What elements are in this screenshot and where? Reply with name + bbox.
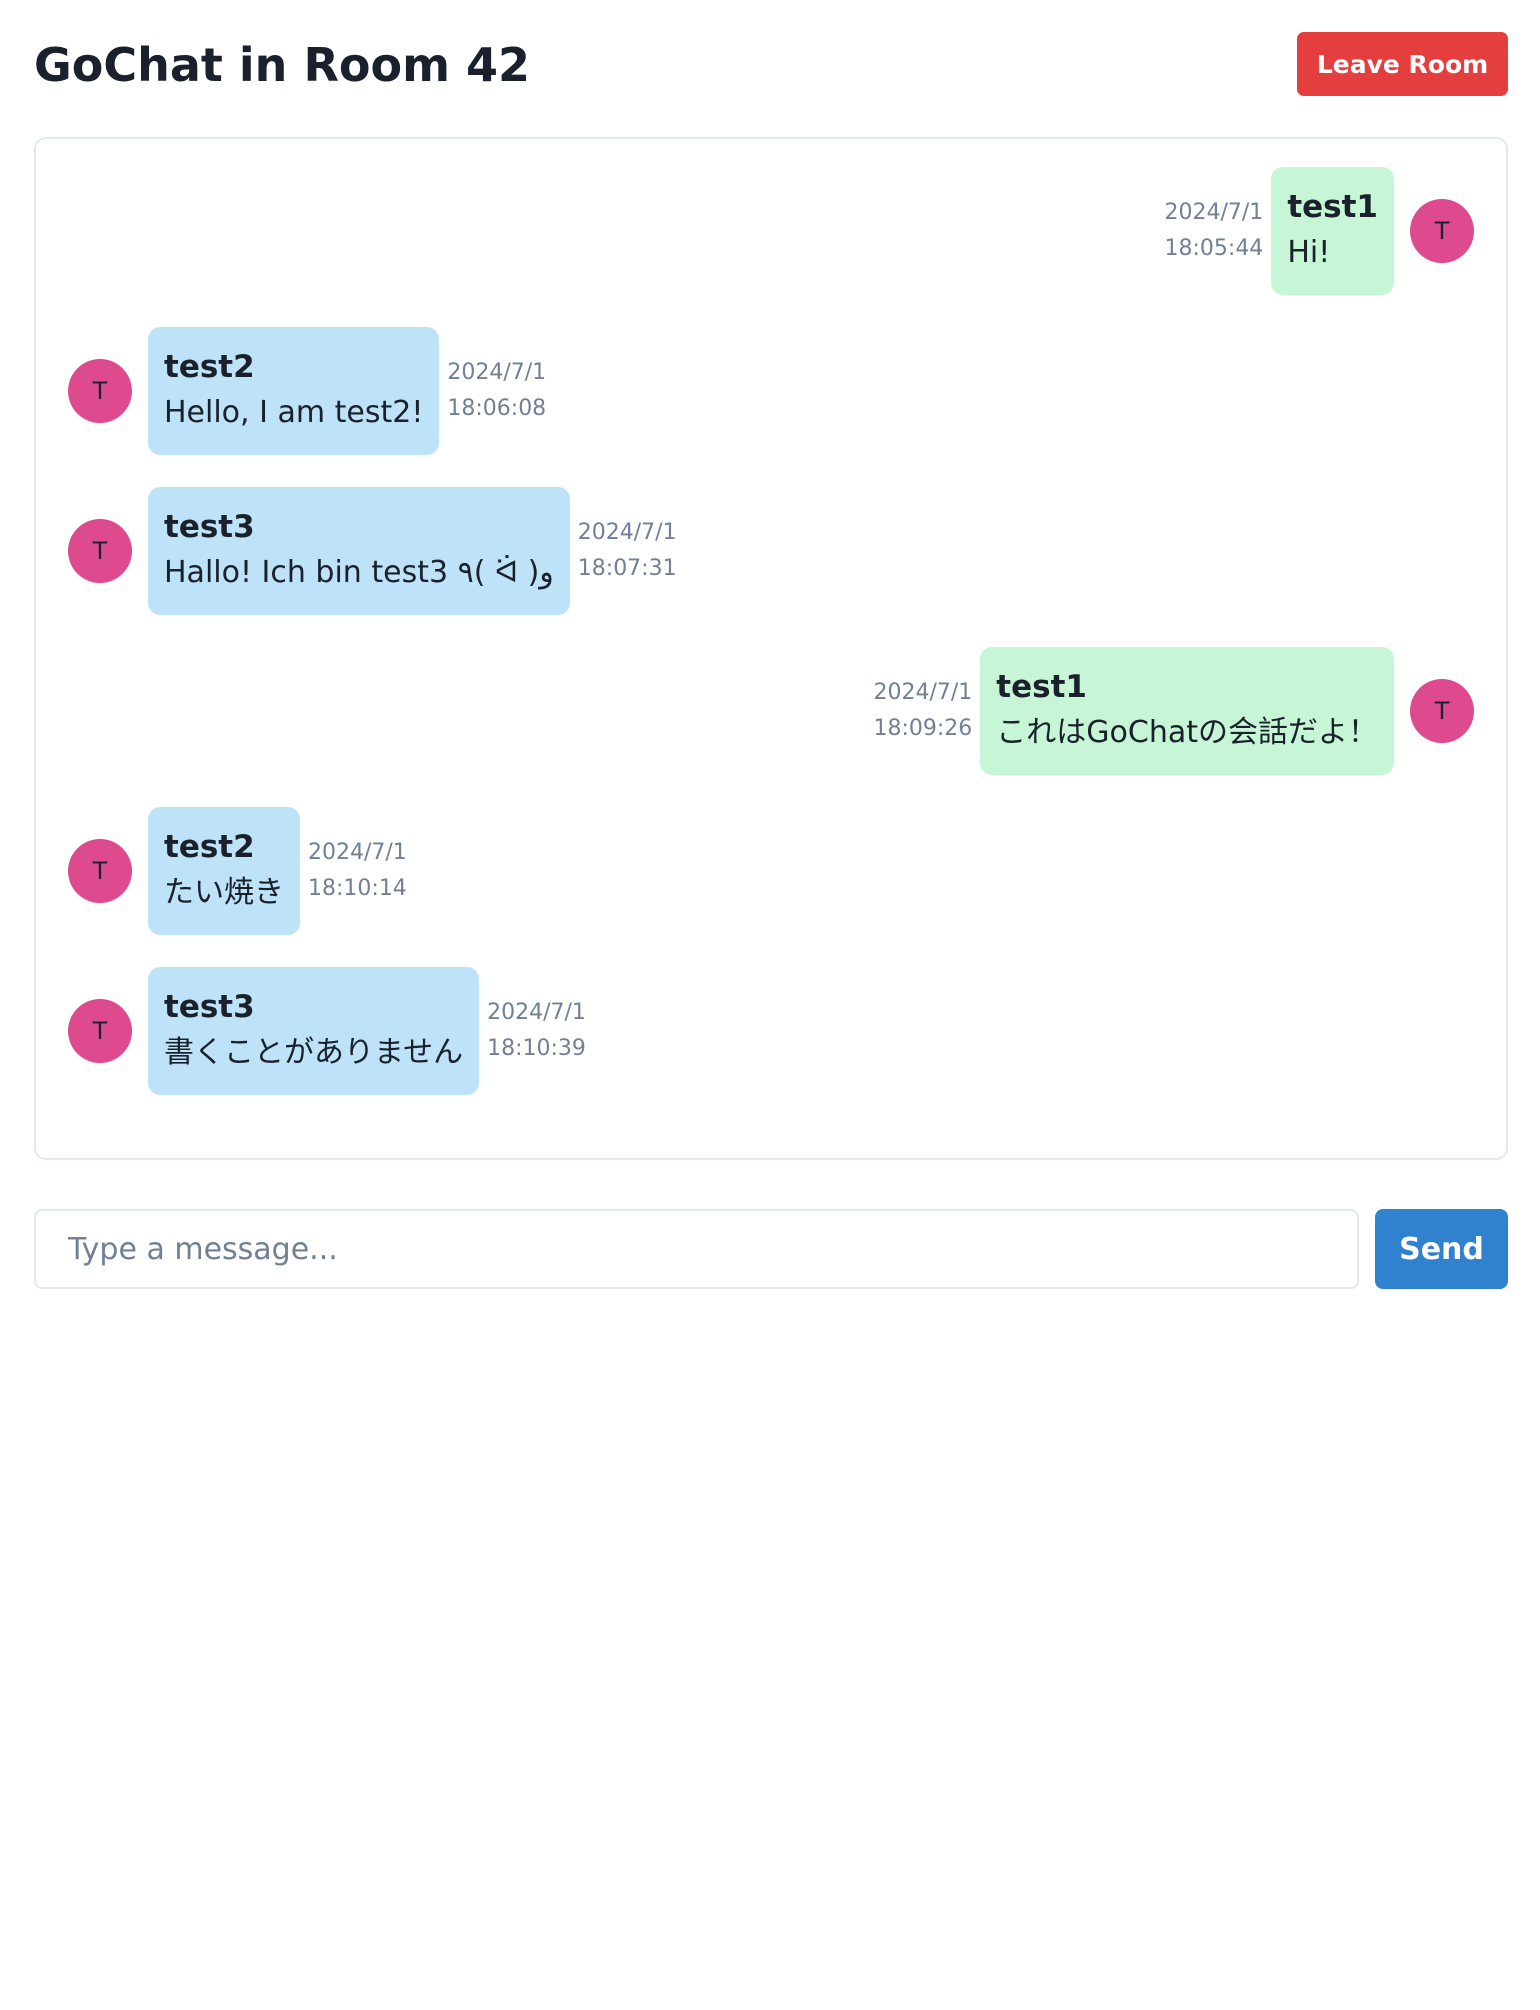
message-row: Ttest1 これはGoChatの会話だよ！ 2024/7/1 18:09:26 (68, 647, 1474, 775)
message-time: 18:10:14 (308, 876, 407, 901)
message-date: 2024/7/1 (577, 520, 677, 545)
message-bubble: test1 これはGoChatの会話だよ！ (980, 647, 1394, 775)
message-date: 2024/7/1 (308, 840, 407, 865)
message-time: 18:06:08 (447, 396, 547, 421)
message-row: Ttest1 Hi! 2024/7/1 18:05:44 (68, 167, 1474, 295)
message-timestamp: 2024/7/1 18:09:26 (873, 675, 972, 747)
message-sender: test1 (996, 669, 1087, 705)
message-text: Hello, I am test2! (164, 395, 424, 430)
avatar: T (1410, 679, 1474, 743)
message-bubble: test2 たい焼き (148, 807, 300, 935)
message-sender: test1 (1287, 189, 1378, 225)
send-button[interactable]: Send (1375, 1209, 1508, 1289)
avatar: T (1410, 199, 1474, 263)
message-list: Ttest1 Hi! 2024/7/1 18:05:44 Ttest2 Hello, I … (68, 167, 1474, 1127)
message-bubble: test1 Hi! (1271, 167, 1394, 295)
composer: Send (34, 1209, 1508, 1289)
message-row: Ttest3 書くことがありません 2024/7/1 18:10:39 (68, 967, 1474, 1095)
message-text: 書くことがありません (164, 1035, 464, 1070)
message-timestamp: 2024/7/1 18:07:31 (578, 515, 677, 587)
message-text: Hallo! Ich bin test3 ٩( ᐛ )و (164, 555, 554, 590)
message-timestamp: 2024/7/1 18:10:14 (308, 835, 407, 907)
message-sender: test2 (164, 349, 255, 385)
message-input[interactable] (34, 1209, 1359, 1289)
message-bubble: test2 Hello, I am test2! (148, 327, 440, 455)
message-text: たい焼き (164, 875, 284, 910)
message-date: 2024/7/1 (1164, 200, 1264, 225)
avatar: T (68, 359, 132, 423)
message-time: 18:09:26 (873, 716, 973, 741)
message-sender: test2 (164, 829, 255, 865)
avatar: T (68, 519, 132, 583)
message-timestamp: 2024/7/1 18:10:39 (487, 995, 586, 1067)
message-time: 18:07:31 (577, 556, 677, 581)
message-list-panel[interactable]: Ttest1 Hi! 2024/7/1 18:05:44 Ttest2 Hello, I … (34, 137, 1508, 1160)
message-bubble: test3 書くことがありません (148, 967, 480, 1095)
message-timestamp: 2024/7/1 18:06:08 (447, 355, 546, 427)
message-date: 2024/7/1 (873, 680, 973, 705)
message-time: 18:10:39 (487, 1036, 586, 1061)
message-row: Ttest3 Hallo! Ich bin test3 ٩( ᐛ )و 2024/7… (68, 487, 1474, 615)
avatar: T (68, 839, 132, 903)
chat-page: GoChat in Room 42 Leave Room Ttest1 Hi! 20… (0, 0, 1540, 2010)
message-row: Ttest2 Hello, I am test2! 2024/7/1 18:06:08 (68, 327, 1474, 455)
page-title: GoChat in Room 42 (34, 38, 531, 92)
message-time: 18:05:44 (1164, 236, 1264, 261)
message-text: Hi! (1287, 235, 1331, 270)
message-timestamp: 2024/7/1 18:05:44 (1165, 195, 1264, 267)
message-bubble: test3 Hallo! Ich bin test3 ٩( ᐛ )و (148, 487, 570, 615)
message-sender: test3 (164, 989, 255, 1025)
message-row: Ttest2 たい焼き 2024/7/1 18:10:14 (68, 807, 1474, 935)
message-sender: test3 (164, 509, 255, 545)
message-text: これはGoChatの会話だよ！ (996, 715, 1378, 750)
avatar: T (68, 999, 132, 1063)
message-date: 2024/7/1 (447, 360, 547, 385)
header: GoChat in Room 42 Leave Room (34, 32, 1508, 96)
message-date: 2024/7/1 (487, 1000, 586, 1025)
leave-room-button[interactable]: Leave Room (1297, 32, 1508, 96)
